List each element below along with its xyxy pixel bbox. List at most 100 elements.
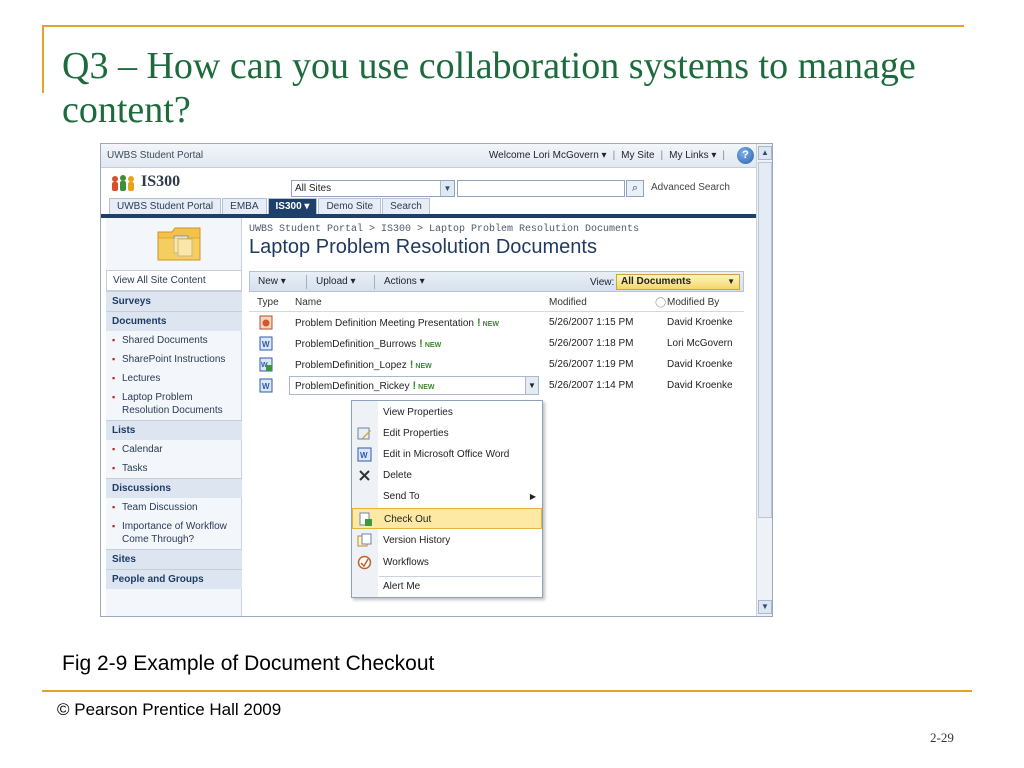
check-out-icon <box>359 512 372 526</box>
word-file-icon: W <box>259 378 273 393</box>
page-title: Laptop Problem Resolution Documents <box>249 236 597 258</box>
nav-heading-lists[interactable]: Lists <box>106 420 242 440</box>
quick-launch-nav: View All Site Content Surveys Documents … <box>106 218 242 616</box>
sharepoint-screenshot: UWBS Student Portal Welcome Lori McGover… <box>100 143 773 617</box>
new-badge: NEW <box>418 384 435 391</box>
upload-menu-button[interactable]: Upload ▾ <box>316 276 356 287</box>
menu-item-delete[interactable]: Delete <box>352 465 542 486</box>
nav-item-lectures[interactable]: Lectures <box>106 369 242 388</box>
my-site-link[interactable]: My Site <box>621 150 654 161</box>
edit-properties-icon <box>357 427 371 440</box>
nav-item-tasks[interactable]: Tasks <box>106 459 242 478</box>
menu-item-workflows[interactable]: Workflows <box>352 552 542 573</box>
portal-topbar: UWBS Student Portal Welcome Lori McGover… <box>101 144 756 168</box>
delete-icon <box>359 470 370 481</box>
figure-caption: Fig 2-9 Example of Document Checkout <box>62 652 435 675</box>
new-badge: NEW <box>424 342 442 349</box>
table-header: Type Name Modified ◯ Modified By <box>249 294 744 312</box>
nav-heading-discussions[interactable]: Discussions <box>106 478 242 498</box>
breadcrumb[interactable]: UWBS Student Portal > IS300 > Laptop Pro… <box>249 224 639 235</box>
search-input[interactable] <box>457 180 625 197</box>
nav-item-shared-documents[interactable]: Shared Documents <box>106 331 242 350</box>
portal-name[interactable]: UWBS Student Portal <box>107 150 203 161</box>
chevron-down-icon[interactable]: ▼ <box>525 377 538 394</box>
table-row[interactable]: W ProblemDefinition_Burrows! NEW 5/26/200… <box>249 333 744 354</box>
actions-menu-button[interactable]: Actions ▾ <box>384 276 425 287</box>
column-header-modified-by[interactable]: Modified By <box>667 297 719 308</box>
modified-date: 5/26/2007 1:19 PM <box>549 359 634 370</box>
table-row[interactable]: W ProblemDefinition_Lopez! NEW 5/26/2007 … <box>249 354 744 375</box>
people-logo-icon <box>112 175 134 191</box>
column-header-type[interactable]: Type <box>257 297 279 308</box>
svg-text:W: W <box>360 451 368 460</box>
workflows-icon <box>357 555 372 570</box>
menu-item-edit-properties[interactable]: Edit Properties <box>352 423 542 444</box>
modified-date: 5/26/2007 1:18 PM <box>549 338 634 349</box>
nav-item-calendar[interactable]: Calendar <box>106 440 242 459</box>
chevron-down-icon[interactable]: ▼ <box>440 181 454 196</box>
tab-search[interactable]: Search <box>382 198 430 214</box>
tab-demo-site[interactable]: Demo Site <box>318 198 382 214</box>
my-links-menu[interactable]: My Links ▾ <box>669 150 716 161</box>
chevron-down-icon: ▼ <box>727 277 735 286</box>
circle-icon: ◯ <box>655 297 667 308</box>
view-select[interactable]: All Documents ▼ <box>616 274 740 290</box>
welcome-menu[interactable]: Welcome Lori McGovern ▾ <box>489 150 607 161</box>
slide-bottom-rule <box>42 690 972 692</box>
document-name-link[interactable]: ProblemDefinition_Lopez! NEW <box>295 359 432 371</box>
column-header-name[interactable]: Name <box>295 297 322 308</box>
welcome-bar: Welcome Lori McGovern ▾ | My Site | My Links… <box>488 150 725 161</box>
view-all-site-content-link[interactable]: View All Site Content <box>106 270 242 291</box>
nav-list: View All Site Content Surveys Documents … <box>106 270 242 589</box>
document-name-link[interactable]: ProblemDefinition_Burrows! NEW <box>295 338 441 350</box>
nav-item-importance-of-workflow[interactable]: Importance of Workflow Come Through? <box>106 517 242 549</box>
slide-top-rule <box>42 25 964 27</box>
copyright-text: © Pearson Prentice Hall 2009 <box>57 700 282 719</box>
nav-item-sharepoint-instructions[interactable]: SharePoint Instructions <box>106 350 242 369</box>
word-icon: W <box>357 447 372 462</box>
modified-by-link[interactable]: David Kroenke <box>667 359 733 370</box>
menu-item-version-history[interactable]: Version History <box>352 530 542 551</box>
word-file-icon: W <box>259 336 273 351</box>
advanced-search-link[interactable]: Advanced Search <box>651 182 730 193</box>
help-icon[interactable]: ? <box>737 147 754 164</box>
tab-emba[interactable]: EMBA <box>222 198 267 214</box>
new-menu-button[interactable]: New ▾ <box>258 276 286 287</box>
nav-item-team-discussion[interactable]: Team Discussion <box>106 498 242 517</box>
modified-by-link[interactable]: Lori McGovern <box>667 338 733 349</box>
column-header-modified[interactable]: Modified <box>549 297 587 308</box>
slide-left-rule <box>42 25 44 93</box>
search-scope-select[interactable]: All Sites ▼ <box>291 180 455 197</box>
document-table: Type Name Modified ◯ Modified By Problem… <box>249 294 744 396</box>
vertical-scrollbar[interactable]: ▲ ▼ <box>756 144 772 616</box>
site-name[interactable]: IS300 <box>141 173 180 191</box>
scroll-down-icon[interactable]: ▼ <box>758 600 772 614</box>
menu-item-send-to[interactable]: Send To ▶ <box>352 486 542 507</box>
table-row[interactable]: Problem Definition Meeting Presentation!… <box>249 312 744 333</box>
view-select-value: All Documents <box>621 276 692 287</box>
modified-by-link[interactable]: David Kroenke <box>667 317 733 328</box>
tab-is300[interactable]: IS300 ▾ <box>267 198 318 214</box>
menu-item-edit-in-word[interactable]: W Edit in Microsoft Office Word <box>352 444 542 465</box>
document-name-link[interactable]: ProblemDefinition_Rickey! NEW <box>295 380 435 392</box>
table-row-selected[interactable]: W ▼ ProblemDefinition_Rickey! NEW 5/26/20… <box>249 375 744 396</box>
modified-by-link[interactable]: David Kroenke <box>667 380 733 391</box>
nav-item-laptop-problem-resolution[interactable]: Laptop Problem Resolution Documents <box>106 388 242 420</box>
scroll-thumb[interactable] <box>758 162 772 518</box>
tab-uwbs-student-portal[interactable]: UWBS Student Portal <box>109 198 222 214</box>
nav-heading-documents[interactable]: Documents <box>106 311 242 331</box>
nav-heading-sites[interactable]: Sites <box>106 549 242 569</box>
menu-item-alert-me[interactable]: Alert Me <box>352 576 542 597</box>
document-name-link[interactable]: Problem Definition Meeting Presentation!… <box>295 317 499 329</box>
nav-heading-people-and-groups[interactable]: People and Groups <box>106 569 242 589</box>
page-number: 2-29 <box>930 730 954 745</box>
menu-item-view-properties[interactable]: View Properties <box>352 402 542 423</box>
search-icon[interactable]: ⌕ <box>626 180 644 197</box>
modified-date: 5/26/2007 1:15 PM <box>549 317 634 328</box>
nav-heading-surveys[interactable]: Surveys <box>106 291 242 311</box>
list-toolbar: New ▾ Upload ▾ Actions ▾ View: All Docum… <box>249 271 744 292</box>
svg-text:W: W <box>262 340 270 349</box>
scroll-up-icon[interactable]: ▲ <box>758 146 772 160</box>
menu-item-check-out[interactable]: Check Out <box>352 508 542 529</box>
chevron-right-icon: ▶ <box>529 492 536 501</box>
